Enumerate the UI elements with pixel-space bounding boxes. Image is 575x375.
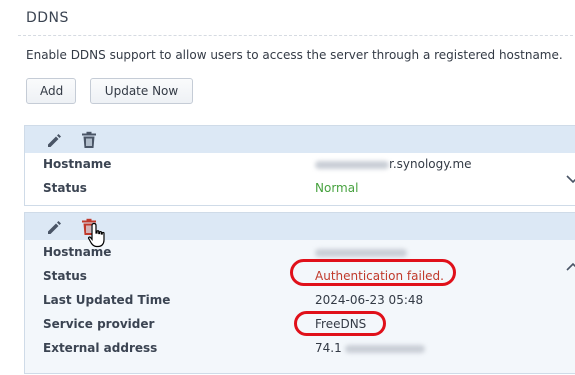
hostname-label: Hostname <box>43 157 112 171</box>
redacted-text <box>315 160 389 169</box>
status-value: Normal <box>315 181 359 195</box>
last-updated-label: Last Updated Time <box>43 293 171 307</box>
ddns-panel: DDNS Enable DDNS support to allow users … <box>0 0 575 375</box>
section-description: Enable DDNS support to allow users to ac… <box>26 48 563 62</box>
hostname-value <box>315 245 407 259</box>
chevron-down-icon[interactable] <box>566 169 575 184</box>
hostname-label: Hostname <box>43 245 112 259</box>
pencil-icon[interactable] <box>45 218 63 236</box>
redacted-text <box>344 344 425 353</box>
ddns-entry[interactable]: Hostname r.synology.me Status Normal <box>24 125 575 206</box>
redacted-text <box>315 248 407 257</box>
section-title: DDNS <box>26 10 69 26</box>
entry-toolbar <box>25 126 575 153</box>
last-updated-value: 2024-06-23 05:48 <box>315 293 424 307</box>
title-divider <box>18 35 575 36</box>
status-label: Status <box>43 269 87 283</box>
annotation-highlight <box>294 311 386 336</box>
pencil-icon[interactable] <box>45 131 63 149</box>
hostname-value: r.synology.me <box>315 157 472 171</box>
chevron-up-icon[interactable] <box>566 257 575 271</box>
external-address-label: External address <box>43 341 158 355</box>
trash-icon[interactable] <box>80 131 98 149</box>
annotation-highlight <box>290 259 456 286</box>
ddns-entry[interactable]: Hostname Status Authentication failed. L… <box>24 212 575 374</box>
update-now-button[interactable]: Update Now <box>90 78 193 104</box>
service-provider-label: Service provider <box>43 317 155 331</box>
status-label: Status <box>43 181 87 195</box>
add-button[interactable]: Add <box>26 78 76 104</box>
external-address-value: 74.1 <box>315 341 425 355</box>
